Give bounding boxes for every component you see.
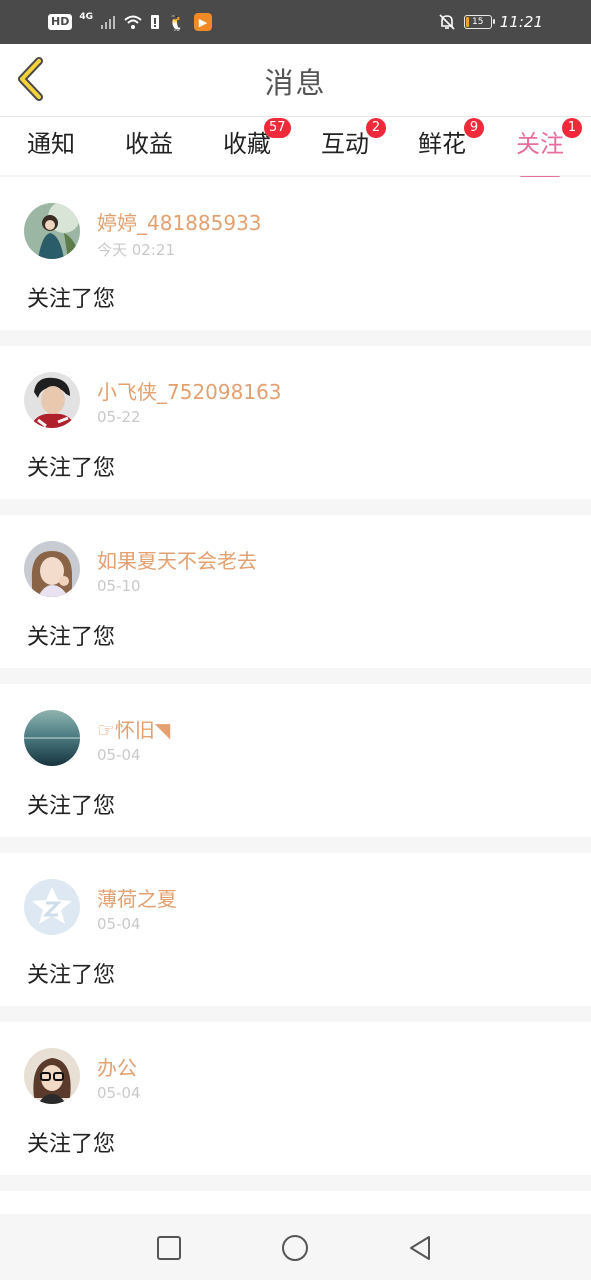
back-nav-button[interactable] bbox=[402, 1230, 438, 1266]
list-item[interactable]: 如果夏天不会老去 05-10 关注了您 bbox=[0, 515, 591, 668]
list-item[interactable]: 婷婷_481885933 今天 02:21 关注了您 bbox=[0, 177, 591, 330]
tab-follows[interactable]: 关注 1 bbox=[500, 118, 582, 179]
system-nav-bar bbox=[0, 1214, 591, 1280]
timestamp: 05-22 bbox=[97, 408, 141, 426]
video-app-icon: ▶ bbox=[193, 13, 212, 31]
message-text: 关注了您 bbox=[27, 963, 116, 988]
clock: 11:21 bbox=[499, 13, 543, 31]
triangle-back-icon bbox=[410, 1236, 430, 1260]
tab-flowers[interactable]: 鲜花 9 bbox=[402, 118, 484, 161]
message-text: 关注了您 bbox=[27, 287, 116, 312]
timestamp: 05-04 bbox=[97, 1084, 141, 1102]
avatar[interactable] bbox=[24, 879, 80, 935]
sim-alert-icon bbox=[151, 15, 159, 29]
username[interactable]: 办公 bbox=[97, 1052, 137, 1081]
tab-label: 收藏 bbox=[223, 130, 271, 158]
message-text: 关注了您 bbox=[27, 1132, 116, 1157]
tab-label: 互动 bbox=[321, 130, 369, 158]
username[interactable]: 薄荷之夏 bbox=[97, 883, 177, 912]
timestamp: 05-10 bbox=[97, 577, 141, 595]
list-item[interactable]: ☞怀旧◥ 05-04 关注了您 bbox=[0, 684, 591, 837]
tab-bar: 通知 收益 收藏 57 互动 2 鲜花 9 关注 1 bbox=[0, 117, 591, 179]
avatar[interactable] bbox=[24, 541, 80, 597]
status-bar: HD 4G 🐧 ▶ 15 11:21 bbox=[0, 0, 591, 44]
battery-icon: 15 bbox=[463, 15, 495, 29]
battery-percent: 15 bbox=[472, 17, 484, 27]
wifi-icon bbox=[124, 15, 142, 29]
tab-label: 关注 bbox=[516, 130, 564, 158]
tab-earnings[interactable]: 收益 bbox=[109, 127, 189, 161]
message-text: 关注了您 bbox=[27, 456, 116, 481]
network-type: 4G bbox=[79, 12, 93, 22]
unread-badge: 57 bbox=[264, 118, 291, 138]
signal-icon bbox=[101, 16, 115, 29]
username[interactable]: ☞怀旧◥ bbox=[97, 714, 170, 743]
mute-bell-icon bbox=[439, 14, 455, 30]
list-item[interactable]: 小飞侠_752098163 05-22 关注了您 bbox=[0, 346, 591, 499]
avatar[interactable] bbox=[24, 372, 80, 428]
square-icon bbox=[157, 1236, 181, 1260]
tab-notifications[interactable]: 通知 bbox=[11, 127, 91, 161]
recents-button[interactable] bbox=[151, 1230, 187, 1266]
timestamp: 今天 02:21 bbox=[97, 241, 175, 259]
header: 消息 bbox=[0, 44, 591, 117]
status-icons-left: HD 4G 🐧 ▶ bbox=[48, 11, 212, 33]
timestamp: 05-04 bbox=[97, 915, 141, 933]
message-text: 关注了您 bbox=[27, 625, 116, 650]
avatar[interactable] bbox=[24, 710, 80, 766]
hd-icon: HD bbox=[48, 14, 73, 30]
message-text: 关注了您 bbox=[27, 794, 116, 819]
tab-favorites[interactable]: 收藏 57 bbox=[207, 118, 291, 161]
status-icons-right: 15 11:21 bbox=[438, 11, 543, 33]
home-button[interactable] bbox=[277, 1230, 313, 1266]
unread-badge: 9 bbox=[464, 118, 484, 138]
avatar[interactable] bbox=[24, 203, 80, 259]
username[interactable]: 如果夏天不会老去 bbox=[97, 545, 257, 574]
avatar[interactable] bbox=[24, 1048, 80, 1104]
unread-badge: 2 bbox=[366, 118, 386, 138]
username[interactable]: 婷婷_481885933 bbox=[97, 207, 262, 236]
circle-icon bbox=[282, 1235, 308, 1261]
list-item[interactable]: 办公 05-04 关注了您 bbox=[0, 1022, 591, 1175]
list-item[interactable]: 薄荷之夏 05-04 关注了您 bbox=[0, 853, 591, 1006]
qq-icon: 🐧 bbox=[167, 12, 187, 32]
timestamp: 05-04 bbox=[97, 746, 141, 764]
tab-label: 通知 bbox=[27, 130, 75, 158]
tab-label: 收益 bbox=[125, 130, 173, 158]
battery-level bbox=[465, 17, 469, 27]
page-title: 消息 bbox=[264, 66, 327, 100]
username[interactable]: 小飞侠_752098163 bbox=[97, 376, 282, 405]
tab-interactions[interactable]: 互动 2 bbox=[305, 118, 386, 161]
unread-badge: 1 bbox=[562, 118, 582, 138]
tab-label: 鲜花 bbox=[418, 130, 466, 158]
